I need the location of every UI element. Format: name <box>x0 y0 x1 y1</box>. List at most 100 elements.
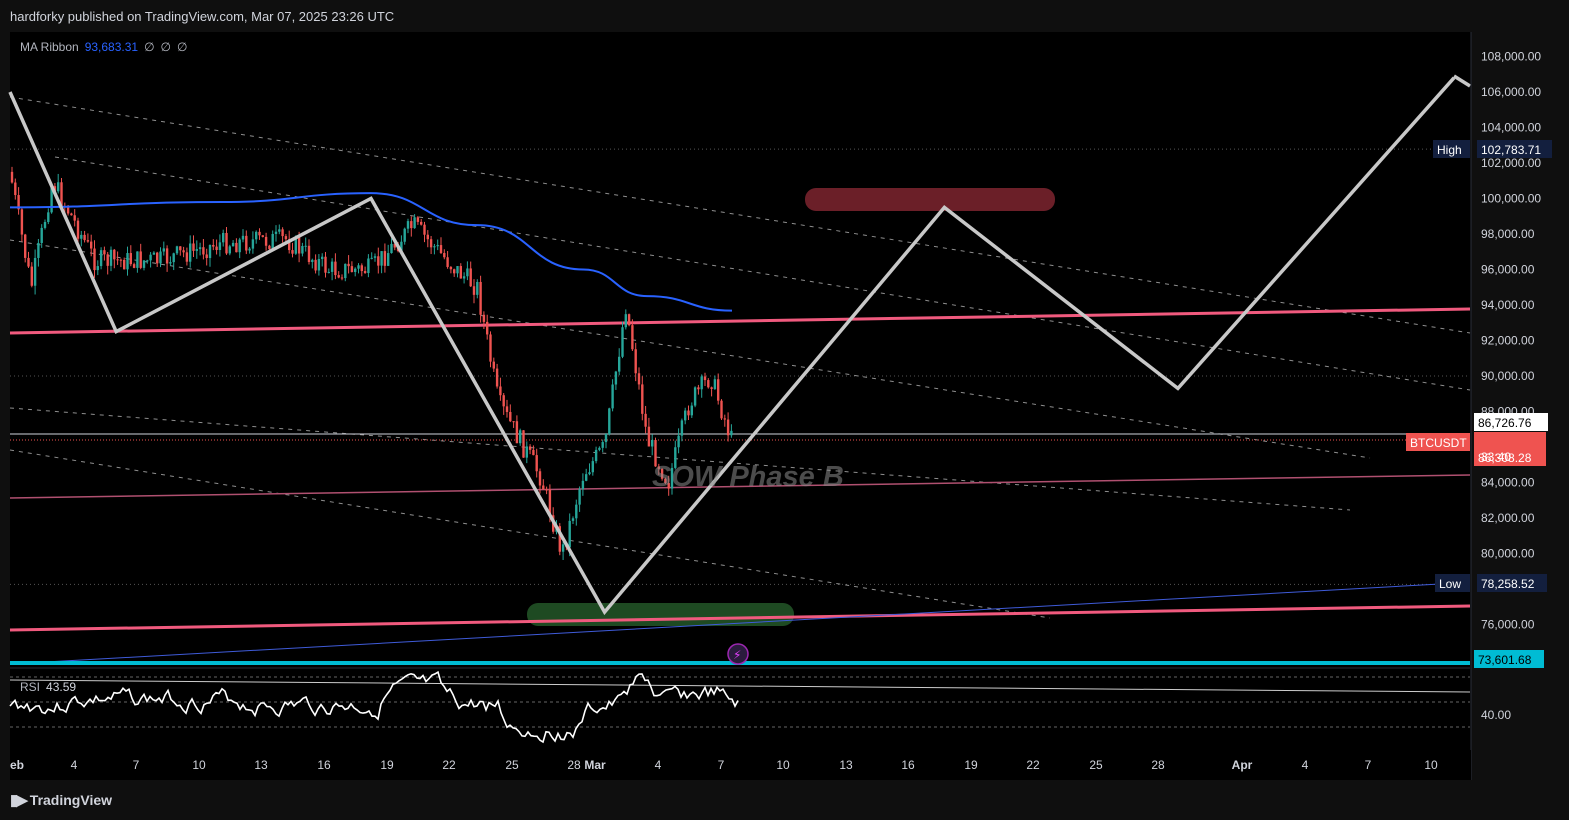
candle <box>528 444 532 455</box>
candle <box>264 232 268 251</box>
candle-body <box>37 242 40 258</box>
candle-body <box>522 430 525 458</box>
candle <box>416 215 420 225</box>
candle <box>228 244 231 256</box>
candle-body <box>47 212 50 222</box>
candle-body <box>20 209 24 235</box>
candle-body <box>10 171 14 183</box>
candle-body <box>43 221 47 228</box>
time-tick-label: 16 <box>901 758 915 772</box>
candle <box>429 236 433 254</box>
candle <box>535 448 538 478</box>
candle <box>116 251 119 265</box>
time-tick-label: 4 <box>1302 758 1309 772</box>
candle <box>723 414 726 427</box>
candle-body <box>634 349 637 374</box>
candle <box>139 243 142 270</box>
time-tick-label: 10 <box>192 758 206 772</box>
candle <box>119 258 123 268</box>
low-value: 78,258.52 <box>1481 577 1535 591</box>
candle <box>281 227 284 243</box>
candle <box>195 240 198 259</box>
candle-body <box>499 386 502 396</box>
candle <box>499 377 502 401</box>
candle-body <box>598 447 601 450</box>
candle-body <box>304 245 307 247</box>
time-tick-label: 25 <box>1089 758 1103 772</box>
channel-line-4 <box>9 239 1371 459</box>
price-chart[interactable]: ⚡ 108,000.00 106,000.00 104,000.00 102,000.… <box>0 0 1569 820</box>
candle-body <box>707 380 710 388</box>
rsi-legend[interactable]: RSI 43.59 <box>20 680 76 694</box>
candle-body <box>99 250 103 267</box>
candle-body <box>684 410 687 421</box>
candle <box>651 434 654 456</box>
candle-body <box>449 266 453 270</box>
candle <box>301 242 304 257</box>
candle <box>509 404 512 423</box>
candle-body <box>367 258 370 274</box>
candle-body <box>723 418 726 420</box>
candle-body <box>139 251 142 268</box>
candle-body <box>710 387 713 389</box>
lightning-glyph: ⚡ <box>733 648 741 662</box>
price-tick-label: 104,000.00 <box>1481 121 1541 135</box>
candle <box>96 260 99 276</box>
candle <box>627 313 631 327</box>
candle-body <box>608 408 611 435</box>
candle-body <box>198 247 202 250</box>
candle <box>700 374 703 398</box>
candle-body <box>208 245 212 259</box>
candle-body <box>647 426 651 447</box>
candle <box>182 246 185 258</box>
candle-body <box>703 376 707 381</box>
candle-body <box>96 266 99 271</box>
ma-ribbon-extra-1: ∅ <box>144 40 155 54</box>
candle-body <box>165 248 169 264</box>
candle-body <box>631 325 634 350</box>
ma-ribbon-extra-3: ∅ <box>177 40 188 54</box>
candle-body <box>116 259 119 261</box>
candle <box>532 445 535 456</box>
candle <box>165 245 169 272</box>
candle-body <box>443 253 446 258</box>
candle-body <box>360 265 363 272</box>
candle <box>156 251 159 267</box>
candle-body <box>585 474 588 481</box>
candle <box>561 541 565 561</box>
candle <box>677 428 680 454</box>
ma-ribbon-name: MA Ribbon <box>20 40 79 54</box>
candle <box>208 244 212 267</box>
candle-body <box>509 411 512 422</box>
candle <box>594 446 598 464</box>
candle <box>637 367 641 390</box>
candle-body <box>575 504 578 519</box>
candle-body <box>433 246 436 248</box>
candle <box>575 499 578 526</box>
candle-body <box>347 263 350 267</box>
candle-body <box>162 248 165 252</box>
candle <box>519 428 522 446</box>
candle <box>687 405 690 420</box>
candle <box>109 246 113 272</box>
candle-body <box>212 245 215 247</box>
candle-body <box>57 182 60 192</box>
candle <box>172 252 175 271</box>
candle <box>27 251 30 268</box>
candle <box>522 430 525 458</box>
candle-body <box>700 376 703 390</box>
candle <box>86 233 90 243</box>
price-tick-label: 94,000.00 <box>1481 298 1535 312</box>
tradingview-logo[interactable]: ▮▶ TradingView <box>10 791 112 809</box>
candle-body <box>637 373 641 385</box>
candle-body <box>142 260 146 268</box>
price-tick-label: 76,000.00 <box>1481 618 1535 632</box>
candle <box>717 373 720 405</box>
candle-body <box>462 276 466 279</box>
candle-body <box>453 269 456 274</box>
candle-body <box>641 384 644 414</box>
candle-body <box>479 281 482 315</box>
ma-ribbon-legend[interactable]: MA Ribbon 93,683.31 ∅ ∅ ∅ <box>20 40 187 54</box>
candle <box>307 239 311 265</box>
candle-body <box>80 234 83 239</box>
